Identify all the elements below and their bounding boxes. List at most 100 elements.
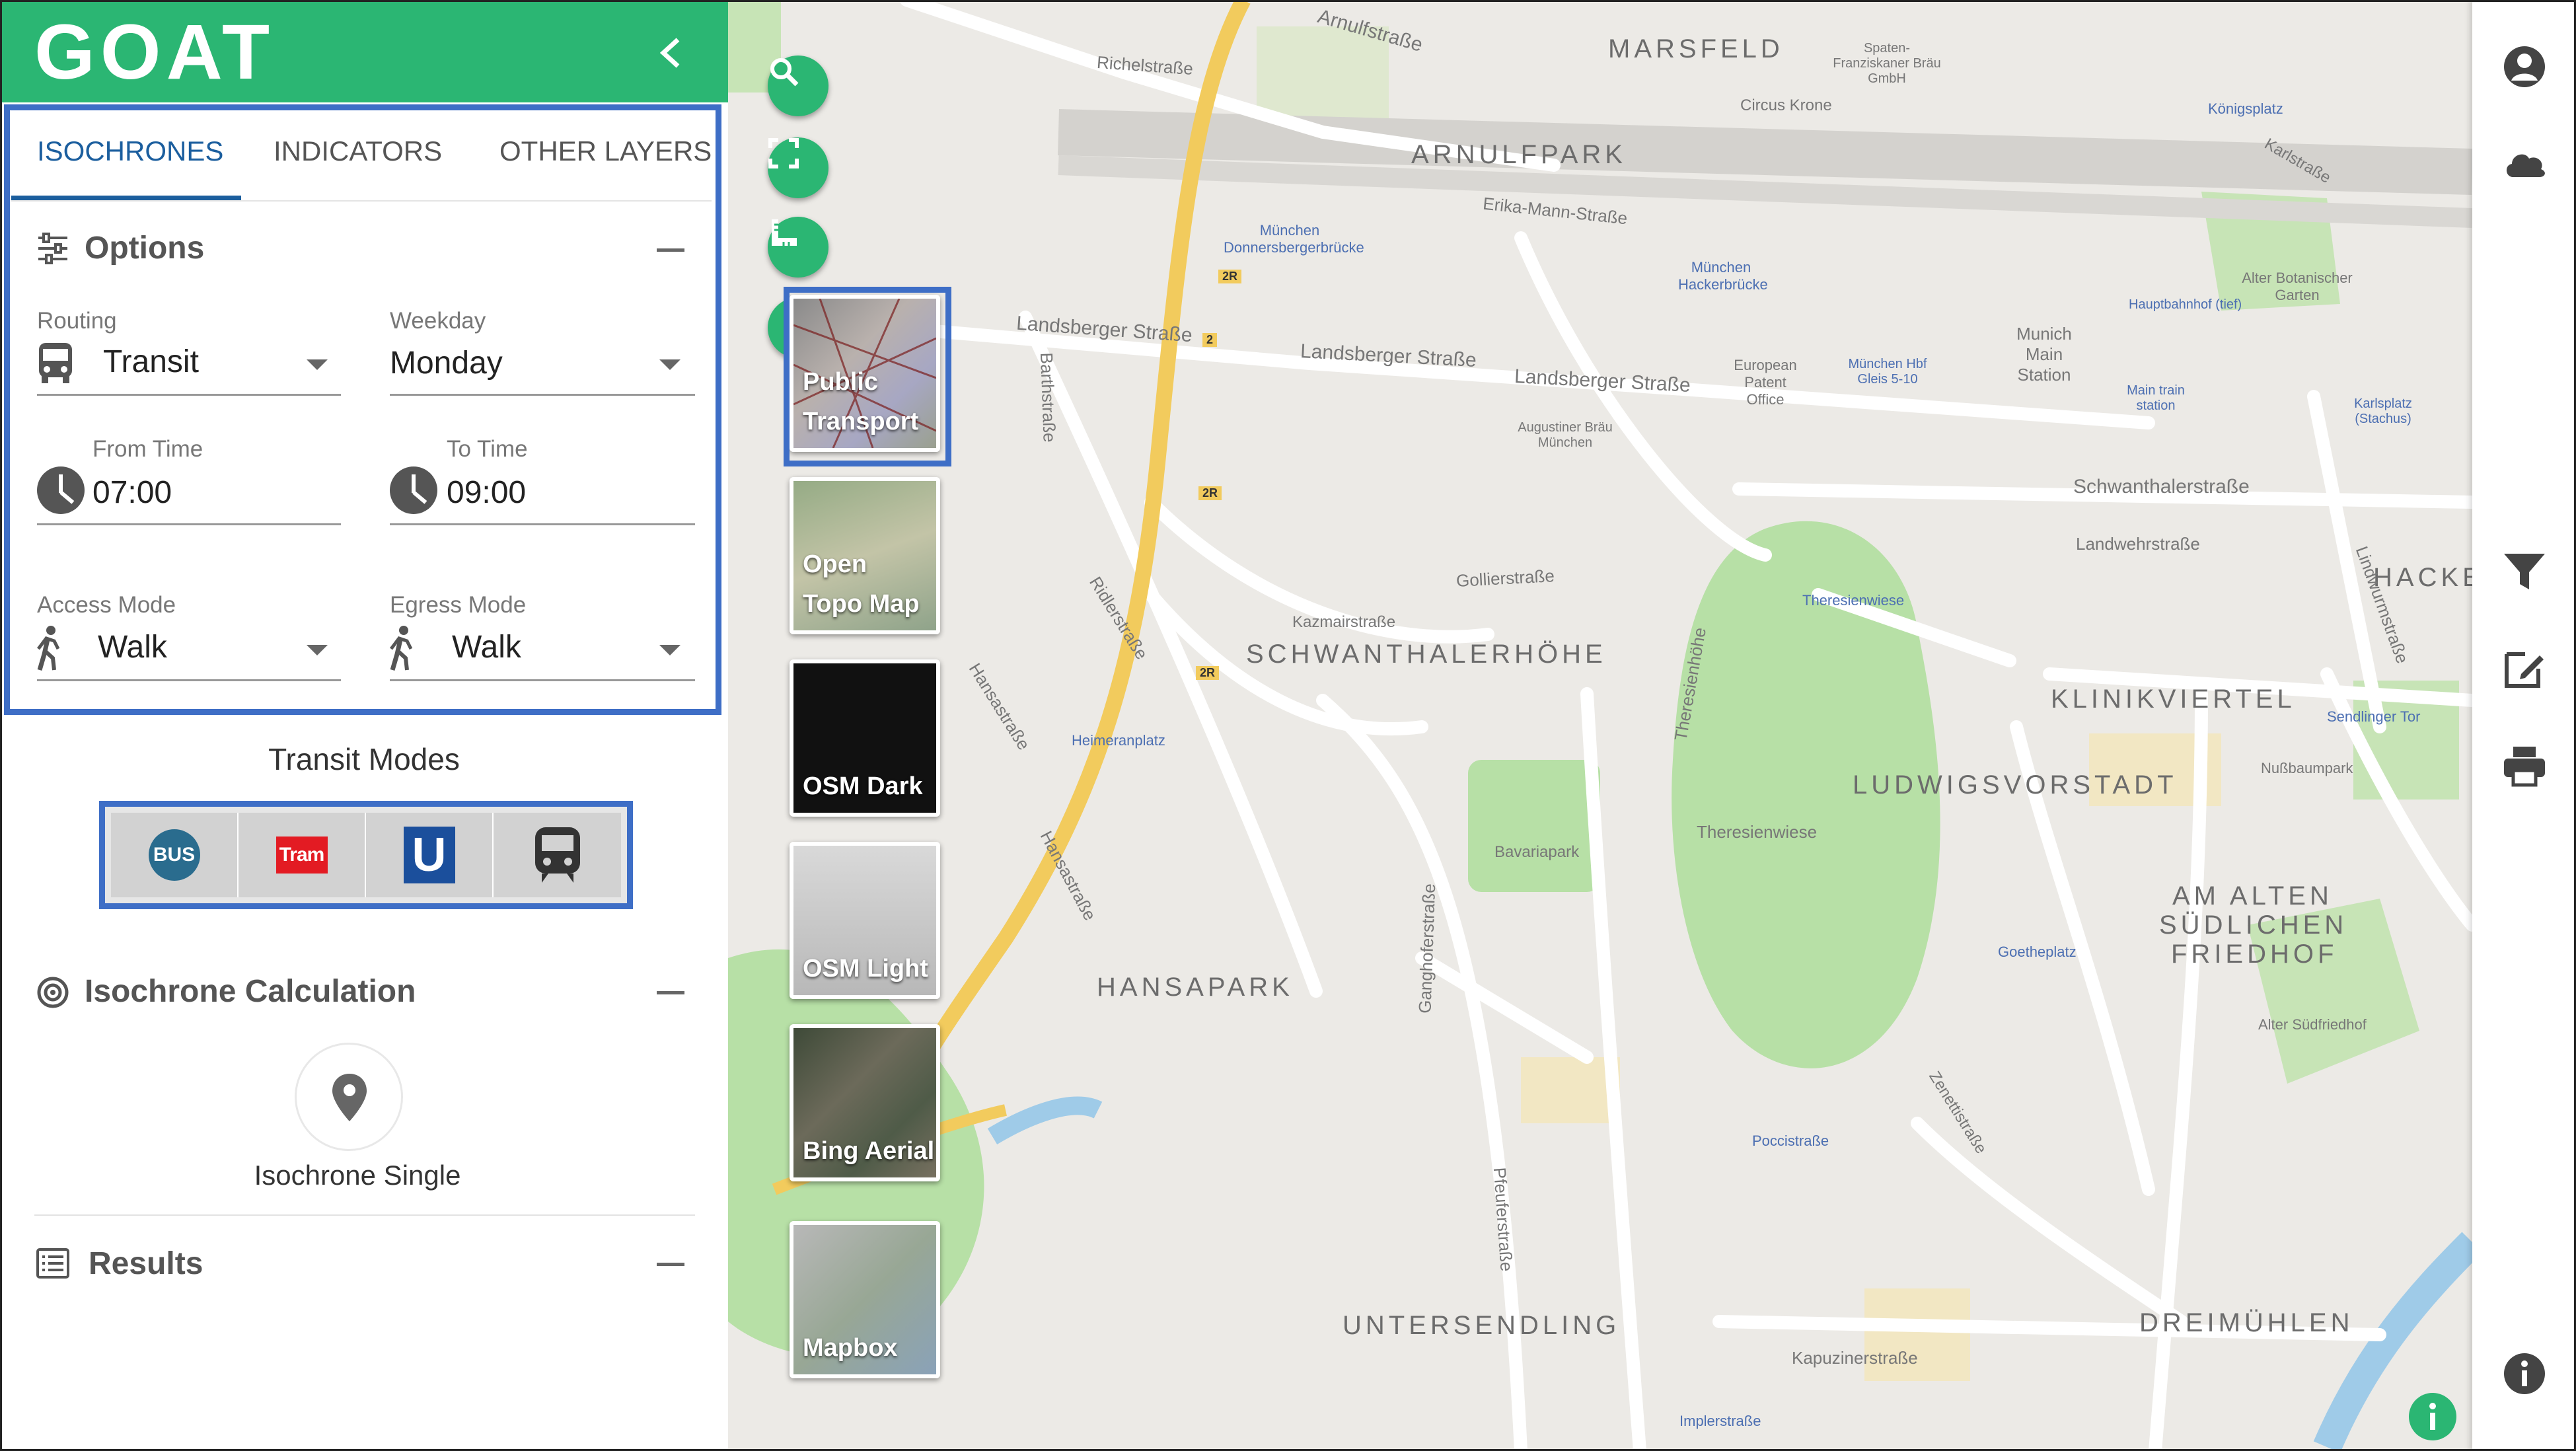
- district-label: UNTERSENDLING: [1343, 1311, 1621, 1340]
- district-label: SÜDLICHEN: [2159, 911, 2348, 940]
- clock-icon: [37, 466, 85, 514]
- place-label: Theresienwiese: [1697, 822, 1818, 842]
- station-label: Sendlinger Tor: [2327, 708, 2421, 725]
- layer-label: OSM Dark: [803, 772, 923, 800]
- routing-select[interactable]: Transit: [103, 344, 199, 380]
- ruler-icon: [772, 219, 797, 246]
- ubahn-badge: U: [403, 827, 455, 883]
- tab-isochrones[interactable]: ISOCHRONES: [37, 135, 223, 167]
- layer-tile-osm-light[interactable]: OSM Light: [790, 842, 940, 999]
- options-collapse-icon[interactable]: [657, 248, 684, 252]
- map-pin-icon: [332, 1074, 367, 1121]
- isochrone-single-label: Isochrone Single: [254, 1160, 461, 1191]
- street-label: Kapuzinerstraße: [1792, 1348, 1918, 1368]
- bus-mode-button[interactable]: BUS: [111, 813, 239, 897]
- station-label: Theresienwiese: [1802, 592, 1905, 609]
- tram-badge: Tram: [276, 837, 328, 874]
- place-label: Circus Krone: [1740, 96, 1832, 114]
- egress-mode-label: Egress Mode: [390, 592, 527, 618]
- section-divider: [34, 1214, 695, 1216]
- weekday-select[interactable]: Monday: [390, 345, 503, 381]
- to-time-label: To Time: [447, 436, 528, 462]
- tab-other-layers[interactable]: OTHER LAYERS: [499, 135, 712, 167]
- train-mode-button[interactable]: [494, 813, 621, 897]
- layer-tile-bing-aerial[interactable]: Bing Aerial: [790, 1024, 940, 1181]
- map-info-icon[interactable]: [2408, 1392, 2458, 1442]
- street-label: Kazmairstraße: [1292, 613, 1396, 631]
- station-label: München Hbf Gleis 5-10: [1848, 357, 1927, 387]
- routing-label: Routing: [37, 308, 117, 334]
- district-label: KLINIKVIERTEL: [2051, 685, 2296, 714]
- access-mode-select[interactable]: Walk: [98, 629, 167, 665]
- street-label: Barthstraße: [1037, 352, 1060, 443]
- clock-icon: [390, 466, 437, 514]
- access-mode-label: Access Mode: [37, 592, 176, 618]
- isochrone-calculation-title: Isochrone Calculation: [85, 974, 416, 1009]
- egress-mode-select[interactable]: Walk: [452, 629, 521, 665]
- station-label: Poccistraße: [1752, 1133, 1829, 1149]
- layer-tile-open-topo-map[interactable]: Open Topo Map: [790, 477, 940, 634]
- walk-icon: [390, 626, 413, 671]
- results-title: Results: [89, 1246, 203, 1281]
- isochrone-single-button[interactable]: [295, 1043, 403, 1151]
- from-time-input[interactable]: 07:00: [92, 474, 172, 511]
- station-label: Hauptbahnhof (tief): [2129, 297, 2242, 312]
- print-icon[interactable]: [2501, 743, 2548, 789]
- station-label: Heimeranplatz: [1072, 732, 1165, 749]
- sliders-icon: [38, 233, 67, 264]
- cloud-icon[interactable]: [2501, 140, 2548, 186]
- station-label: München Donnersbergerbrücke: [1224, 222, 1364, 256]
- weekday-label: Weekday: [390, 308, 486, 334]
- tab-divider: [11, 200, 712, 202]
- egress-mode-dropdown-icon[interactable]: [659, 645, 681, 655]
- district-label: HANSAPARK: [1097, 973, 1294, 1002]
- collapse-panel-icon[interactable]: [654, 33, 687, 73]
- isochrone-calculation-collapse-icon[interactable]: [657, 991, 684, 994]
- search-button[interactable]: [768, 56, 828, 116]
- tram-mode-button[interactable]: Tram: [239, 813, 366, 897]
- fullscreen-button[interactable]: [768, 137, 828, 198]
- place-label: Munich Main Station: [2016, 324, 2072, 385]
- filter-icon[interactable]: [2501, 548, 2548, 595]
- from-time-label: From Time: [92, 436, 203, 462]
- place-label: Augustiner Bräu München: [1518, 420, 1613, 450]
- weekday-dropdown-icon[interactable]: [659, 359, 681, 370]
- list-icon: [36, 1248, 69, 1279]
- place-label: Nußbaumpark: [2261, 760, 2353, 776]
- station-label: München Hackerbrücke: [1678, 259, 1768, 293]
- map-view[interactable]: MARSFELD ARNULFPARK SCHWANTHALERHÖHE KLI…: [728, 0, 2472, 1451]
- layer-tile-osm-dark[interactable]: OSM Dark: [790, 659, 940, 817]
- edit-icon[interactable]: [2501, 645, 2548, 691]
- side-panel: GOAT ISOCHRONES INDICATORS OTHER LAYERS …: [0, 0, 728, 1451]
- station-label: Goetheplatz: [1998, 944, 2077, 960]
- to-time-input[interactable]: 09:00: [447, 474, 526, 511]
- search-icon: [770, 58, 799, 87]
- bus-badge: BUS: [148, 829, 200, 881]
- access-mode-underline: [37, 679, 341, 681]
- layer-tile-mapbox[interactable]: Mapbox: [790, 1221, 940, 1378]
- access-mode-dropdown-icon[interactable]: [307, 645, 328, 655]
- street-label: Schwanthalerstraße: [2073, 476, 2250, 498]
- district-label: SCHWANTHALERHÖHE: [1246, 640, 1607, 669]
- transit-modes-toggle-group: BUS Tram U: [99, 801, 633, 909]
- from-time-underline: [37, 523, 341, 525]
- user-icon[interactable]: [2501, 44, 2548, 90]
- results-collapse-icon[interactable]: [657, 1263, 684, 1266]
- walk-icon: [37, 626, 60, 671]
- street-label: Landwehrstraße: [2076, 534, 2200, 554]
- measure-button[interactable]: [768, 217, 828, 278]
- info-icon[interactable]: [2501, 1351, 2548, 1397]
- routing-dropdown-icon[interactable]: [307, 359, 328, 370]
- district-label: MARSFELD: [1608, 34, 1784, 63]
- bus-icon: [39, 343, 72, 383]
- station-label: Main train station: [2127, 383, 2185, 413]
- road-badge: 2: [1202, 333, 1218, 347]
- ubahn-mode-button[interactable]: U: [366, 813, 494, 897]
- fullscreen-icon: [768, 138, 799, 168]
- transit-modes-title: Transit Modes: [268, 742, 460, 776]
- tab-indicators[interactable]: INDICATORS: [274, 135, 442, 167]
- active-tab-indicator: [11, 196, 241, 200]
- layer-label: Mapbox: [803, 1334, 898, 1362]
- routing-underline: [37, 394, 341, 396]
- options-title: Options: [85, 231, 205, 266]
